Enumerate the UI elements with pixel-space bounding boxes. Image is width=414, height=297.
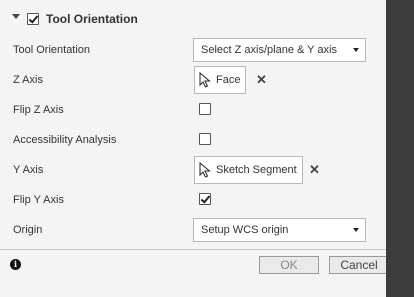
tool-orientation-value: Select Z axis/plane & Y axis xyxy=(201,44,337,56)
info-icon[interactable]: i xyxy=(10,259,21,270)
background-strip xyxy=(386,0,414,297)
section-header[interactable]: Tool Orientation xyxy=(0,8,386,30)
section-enable-checkbox[interactable] xyxy=(27,13,39,25)
z-axis-selector[interactable]: Face xyxy=(194,66,247,94)
clear-y-axis-icon[interactable]: ✕ xyxy=(309,162,320,178)
z-axis-value: Face xyxy=(216,74,241,86)
footer-divider xyxy=(0,249,386,250)
cursor-arrow-icon xyxy=(199,162,211,178)
tool-orientation-label: Tool Orientation xyxy=(13,44,91,56)
y-axis-value: Sketch Segment xyxy=(216,164,297,176)
cursor-arrow-icon xyxy=(199,72,211,88)
accessibility-analysis-label: Accessibility Analysis xyxy=(13,134,117,146)
flip-z-axis-label: Flip Z Axis xyxy=(13,104,64,116)
flip-z-axis-checkbox[interactable] xyxy=(199,103,211,115)
y-axis-label: Y Axis xyxy=(13,164,44,176)
ok-button[interactable]: OK xyxy=(259,256,319,274)
origin-dropdown[interactable]: Setup WCS origin xyxy=(193,218,366,242)
tool-orientation-panel: Tool Orientation Tool Orientation Select… xyxy=(0,0,389,297)
origin-value: Setup WCS origin xyxy=(201,224,289,236)
tool-orientation-dropdown[interactable]: Select Z axis/plane & Y axis xyxy=(193,38,366,62)
flip-y-axis-checkbox[interactable] xyxy=(199,193,211,205)
accessibility-analysis-checkbox[interactable] xyxy=(199,133,211,145)
section-title: Tool Orientation xyxy=(46,12,138,26)
flip-y-axis-label: Flip Y Axis xyxy=(13,194,64,206)
clear-z-axis-icon[interactable]: ✕ xyxy=(256,72,267,88)
y-axis-selector[interactable]: Sketch Segment xyxy=(194,156,303,184)
z-axis-label: Z Axis xyxy=(13,74,43,86)
chevron-down-icon[interactable] xyxy=(12,14,20,19)
origin-label: Origin xyxy=(13,224,43,236)
cancel-button[interactable]: Cancel xyxy=(329,256,389,274)
caret-down-icon xyxy=(353,48,359,52)
caret-down-icon xyxy=(353,228,359,232)
